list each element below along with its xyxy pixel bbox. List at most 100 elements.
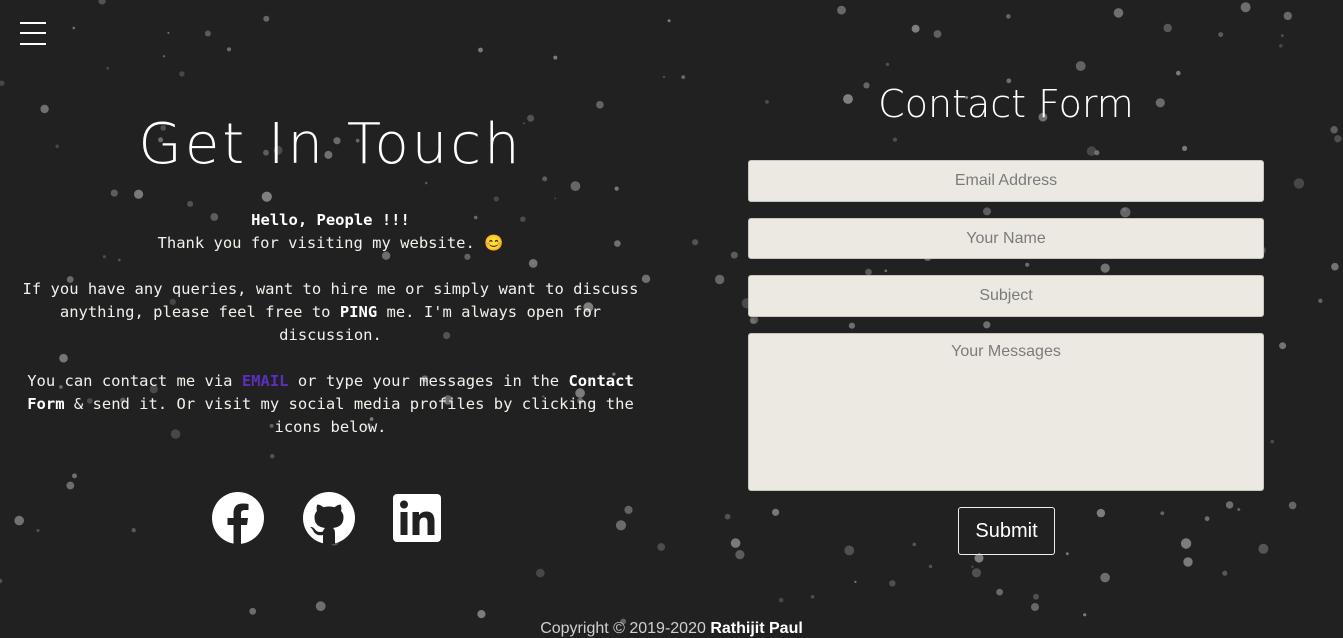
email-field[interactable] [748, 160, 1264, 202]
particle-dot [1288, 501, 1297, 510]
particle-dot [1270, 439, 1275, 444]
particle-dot [542, 176, 548, 182]
particle-dot [1086, 146, 1097, 156]
github-icon[interactable] [301, 490, 357, 546]
intro-paragraph-queries: If you have any queries, want to hire me… [22, 280, 639, 344]
particle-dot [1096, 508, 1106, 518]
particle-dot [478, 47, 483, 53]
submit-button[interactable]: Submit [958, 507, 1055, 555]
social-links [0, 490, 661, 550]
message-field[interactable] [748, 333, 1264, 491]
particle-dot [477, 610, 486, 619]
particle-dot [1033, 593, 1039, 600]
particle-dot [681, 75, 686, 79]
particle-dot [1283, 11, 1293, 21]
particle-dot [1025, 262, 1030, 267]
particle-dot [1240, 2, 1251, 13]
particle-dot [1318, 298, 1323, 303]
particle-dot [810, 595, 815, 599]
particle-dot [1204, 516, 1210, 522]
footer-author: Rathijit Paul [710, 620, 803, 637]
particle-dot [1113, 8, 1124, 18]
particle-dot [226, 47, 232, 52]
particle-dot [187, 200, 194, 207]
thanks-text: Thank you for visiting my website. 😊 [157, 234, 504, 252]
particle-dot [885, 62, 890, 67]
particle-dot [0, 80, 5, 86]
particle-dot [778, 597, 784, 603]
particle-dot [493, 196, 499, 202]
particle-dot [1182, 145, 1188, 151]
particle-dot [66, 481, 75, 490]
greeting: Hello, People !!! [251, 211, 410, 229]
particle-dot [1163, 23, 1172, 33]
footer-copyright: Copyright © 2019-2020 Rathijit Paul [540, 620, 803, 637]
particle-dot [204, 30, 211, 37]
particle-dot [1100, 572, 1110, 583]
particle-dot [1065, 552, 1069, 556]
linkedin-icon[interactable] [390, 490, 446, 546]
hamburger-menu-icon[interactable] [20, 22, 46, 46]
particle-dot [884, 269, 888, 273]
particle-dot [179, 71, 185, 77]
particle-dot [911, 24, 920, 33]
particle-dot [837, 5, 846, 15]
particle-dot [614, 186, 619, 191]
particle-dot [261, 191, 272, 202]
subject-field[interactable] [748, 275, 1264, 317]
contact-form-title: Contact Form [878, 82, 1134, 126]
name-field[interactable] [748, 218, 1264, 259]
particle-dot [1006, 14, 1011, 19]
particle-dot [1279, 342, 1287, 350]
particle-dot [889, 580, 896, 587]
particle-dot [1183, 557, 1193, 567]
particle-dot [134, 189, 144, 199]
particle-dot [912, 542, 917, 547]
particle-dot [424, 181, 428, 185]
particle-dot [72, 26, 76, 30]
intro-text: Hello, People !!! Thank you for visiting… [20, 209, 641, 462]
particle-dot [715, 274, 725, 285]
particle-dot [1334, 135, 1342, 143]
particle-dot [106, 66, 110, 70]
particle-dot [724, 513, 731, 520]
particle-dot [1083, 613, 1087, 617]
particle-dot [249, 607, 257, 615]
particle-dot [854, 580, 857, 584]
particle-dot [730, 538, 741, 548]
particle-dot [1281, 34, 1284, 37]
particle-dot [162, 55, 166, 58]
particle-dot [772, 508, 780, 516]
email-link[interactable]: EMAIL [242, 372, 289, 390]
particle-dot [1293, 178, 1305, 189]
particle-dot [844, 545, 855, 556]
particle-dot [933, 30, 942, 38]
page-heading: Get In Touch [138, 112, 523, 177]
facebook-icon[interactable] [210, 490, 266, 546]
particle-dot [692, 239, 699, 246]
particle-dot [1218, 32, 1224, 38]
particle-dot [928, 564, 933, 569]
particle-dot [0, 578, 3, 584]
particle-dot [554, 197, 557, 200]
particle-dot [892, 137, 898, 142]
particle-dot [1176, 70, 1181, 76]
particle-dot [996, 588, 1003, 596]
particle-dot [1160, 511, 1165, 516]
particle-dot [1031, 603, 1039, 611]
intro-paragraph-contact: You can contact me via EMAIL or type you… [27, 372, 634, 436]
particle-dot [536, 568, 545, 578]
particle-dot [1075, 61, 1086, 71]
particle-dot [98, 0, 106, 5]
particle-dot [971, 568, 982, 578]
particle-dot [1222, 570, 1228, 576]
particle-dot [110, 189, 118, 197]
particle-dot [72, 473, 77, 479]
particle-dot [667, 19, 671, 23]
particle-dot [730, 251, 738, 259]
particle-dot [735, 550, 745, 560]
particle-dot [570, 181, 581, 192]
particle-dot [1279, 44, 1283, 48]
particle-dot [983, 321, 991, 329]
particle-dot [167, 31, 170, 34]
